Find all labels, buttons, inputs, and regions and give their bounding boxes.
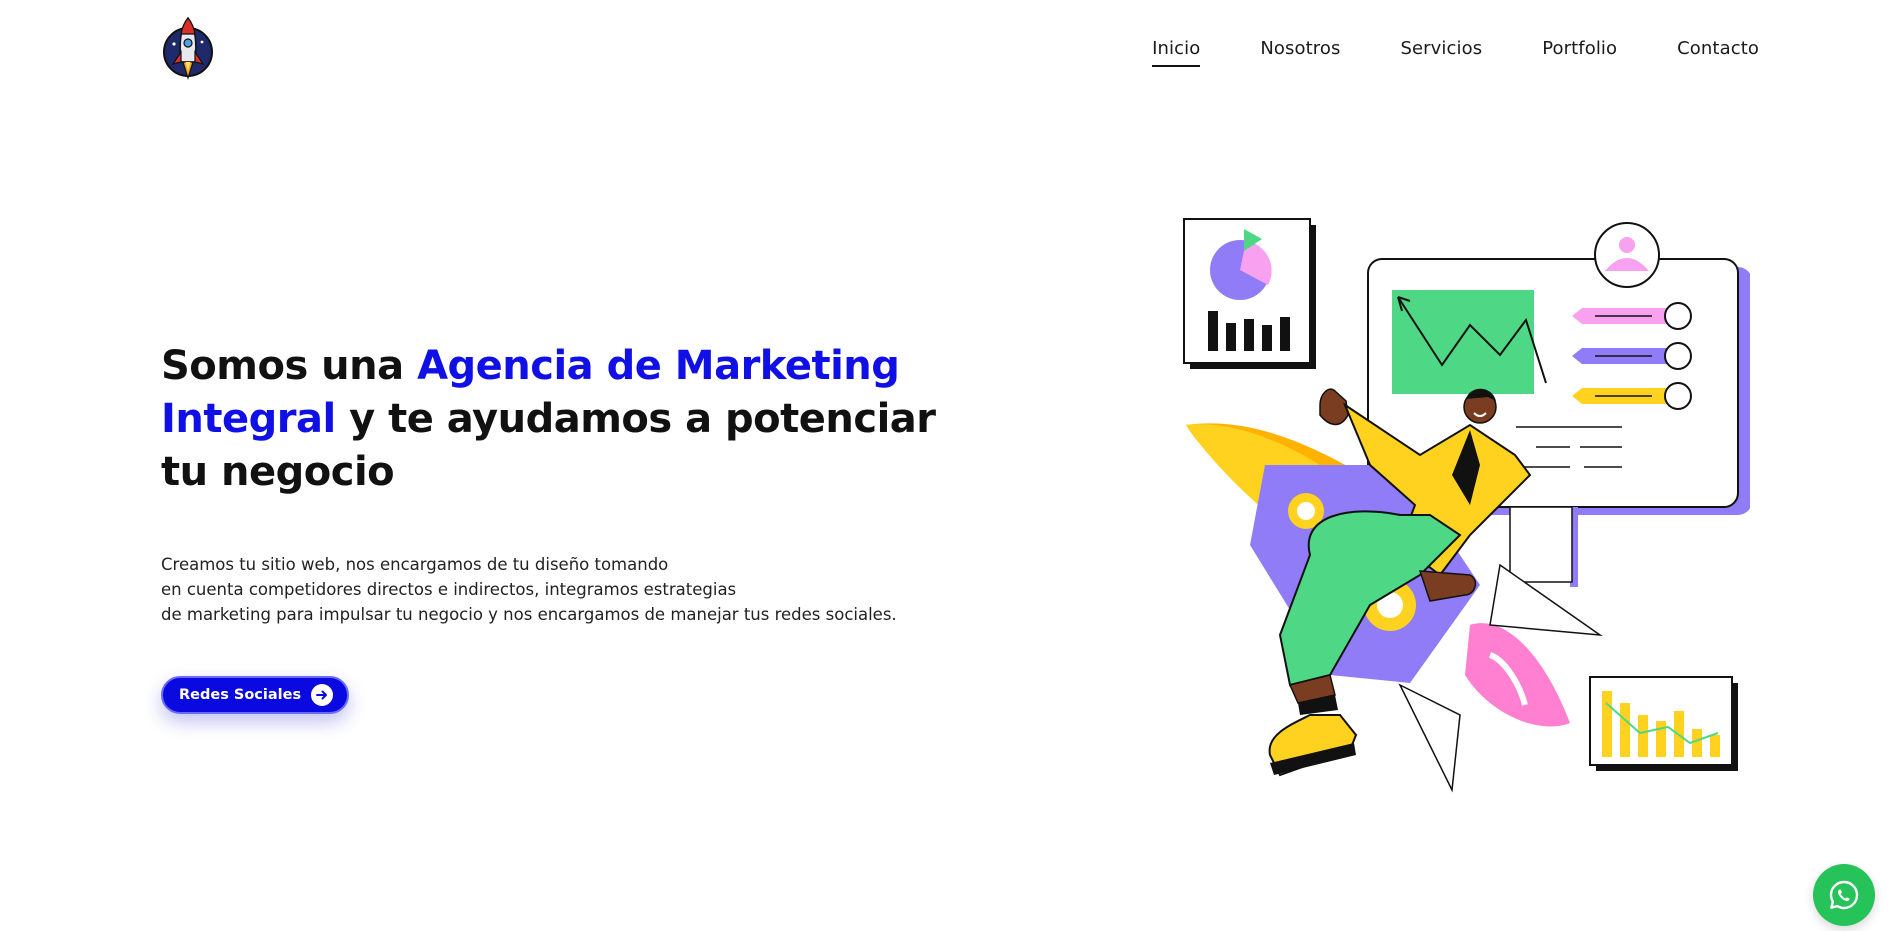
whatsapp-icon	[1829, 880, 1859, 910]
hero-description-line: en cuenta competidores directos e indire…	[161, 580, 737, 599]
redes-sociales-button-label: Redes Sociales	[179, 687, 302, 703]
hero-title: Somos una Agencia de Marketing Integral …	[161, 340, 981, 499]
hero-title-part1: Somos una	[161, 343, 418, 389]
rocket-logo-icon[interactable]	[160, 14, 216, 84]
redes-sociales-button[interactable]: Redes Sociales	[161, 676, 350, 714]
nav-item-nosotros[interactable]: Nosotros	[1260, 38, 1340, 67]
nav-item-inicio[interactable]: Inicio	[1152, 38, 1201, 67]
hero-description: Creamos tu sitio web, nos encargamos de …	[161, 552, 941, 627]
hero-illustration	[1183, 218, 1750, 793]
nav-item-portfolio[interactable]: Portfolio	[1542, 38, 1617, 67]
person-figure	[1268, 388, 1532, 777]
hero-description-line: de marketing para impulsar tu negocio y …	[161, 605, 897, 624]
hero-description-line: Creamos tu sitio web, nos encargamos de …	[161, 555, 669, 574]
arrow-right-icon	[311, 684, 334, 706]
main-nav: Inicio Nosotros Servicios Portfolio Cont…	[1092, 38, 1759, 67]
nav-item-contacto[interactable]: Contacto	[1677, 38, 1759, 67]
whatsapp-button[interactable]	[1813, 864, 1875, 926]
bar-chart-card	[1589, 676, 1738, 771]
nav-item-servicios[interactable]: Servicios	[1400, 38, 1482, 67]
pie-chart-card	[1183, 218, 1316, 369]
